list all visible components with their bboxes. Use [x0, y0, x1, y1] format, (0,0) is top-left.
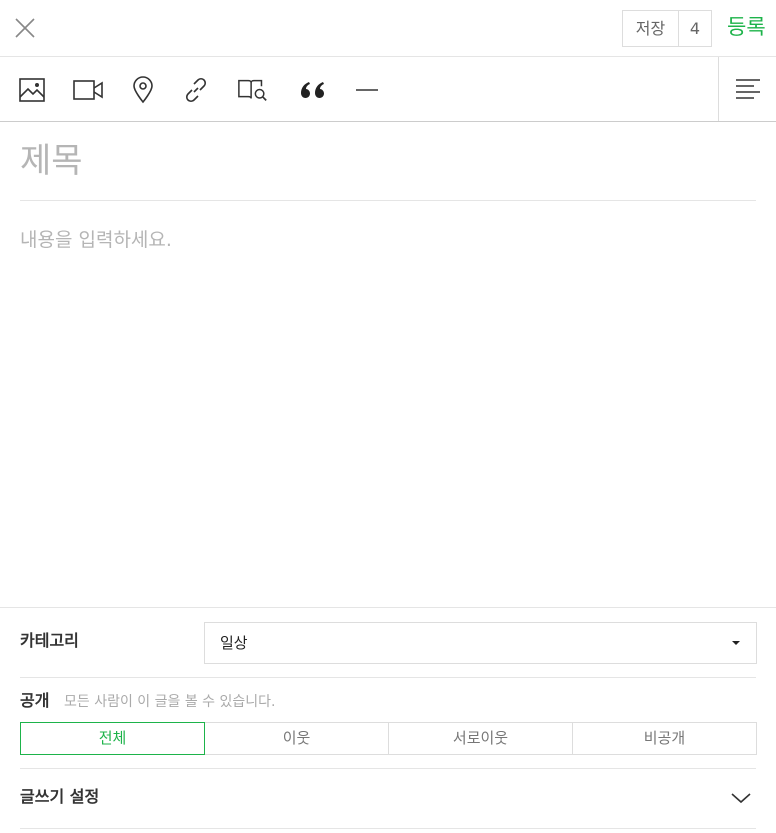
write-settings-label[interactable]: 글쓰기 설정: [20, 786, 99, 808]
location-pin-icon[interactable]: [127, 74, 159, 106]
quote-icon[interactable]: [296, 74, 328, 106]
visibility-option-private[interactable]: 비공개: [572, 722, 757, 755]
book-search-icon[interactable]: [237, 74, 269, 106]
divider: [20, 677, 756, 678]
chevron-down-icon[interactable]: [730, 790, 752, 809]
close-icon[interactable]: [12, 15, 38, 41]
caret-down-icon: [732, 641, 740, 645]
editor-toolbar: [0, 57, 776, 122]
category-label: 카테고리: [20, 631, 79, 650]
image-icon[interactable]: [16, 74, 48, 106]
post-settings-panel: 카테고리 일상 공개 모든 사람이 이 글을 볼 수 있습니다. 전체 이웃 서…: [0, 607, 776, 833]
visibility-option-mutual-neighbors[interactable]: 서로이웃: [388, 722, 573, 755]
category-select[interactable]: 일상: [204, 622, 757, 664]
visibility-option-neighbors[interactable]: 이웃: [204, 722, 389, 755]
align-left-icon[interactable]: [718, 57, 776, 121]
visibility-description: 모든 사람이 이 글을 볼 수 있습니다.: [64, 694, 276, 710]
save-group: 저장 4: [622, 10, 712, 47]
publish-button[interactable]: 등록: [727, 13, 766, 41]
save-button[interactable]: 저장: [623, 11, 679, 46]
divider: [20, 768, 756, 769]
title-field[interactable]: 제목: [20, 122, 756, 201]
visibility-options: 전체 이웃 서로이웃 비공개: [20, 722, 757, 755]
body-placeholder[interactable]: 내용을 입력하세요.: [20, 226, 172, 254]
video-icon[interactable]: [72, 74, 104, 106]
horizontal-line-icon[interactable]: [351, 74, 383, 106]
link-icon[interactable]: [180, 74, 212, 106]
visibility-label: 공개: [20, 691, 50, 710]
divider: [20, 828, 756, 829]
top-bar: 저장 4 등록: [0, 0, 776, 57]
title-placeholder[interactable]: 제목: [20, 139, 83, 183]
visibility-option-all[interactable]: 전체: [20, 722, 205, 755]
category-value: 일상: [220, 634, 248, 652]
saved-drafts-count[interactable]: 4: [679, 11, 711, 46]
